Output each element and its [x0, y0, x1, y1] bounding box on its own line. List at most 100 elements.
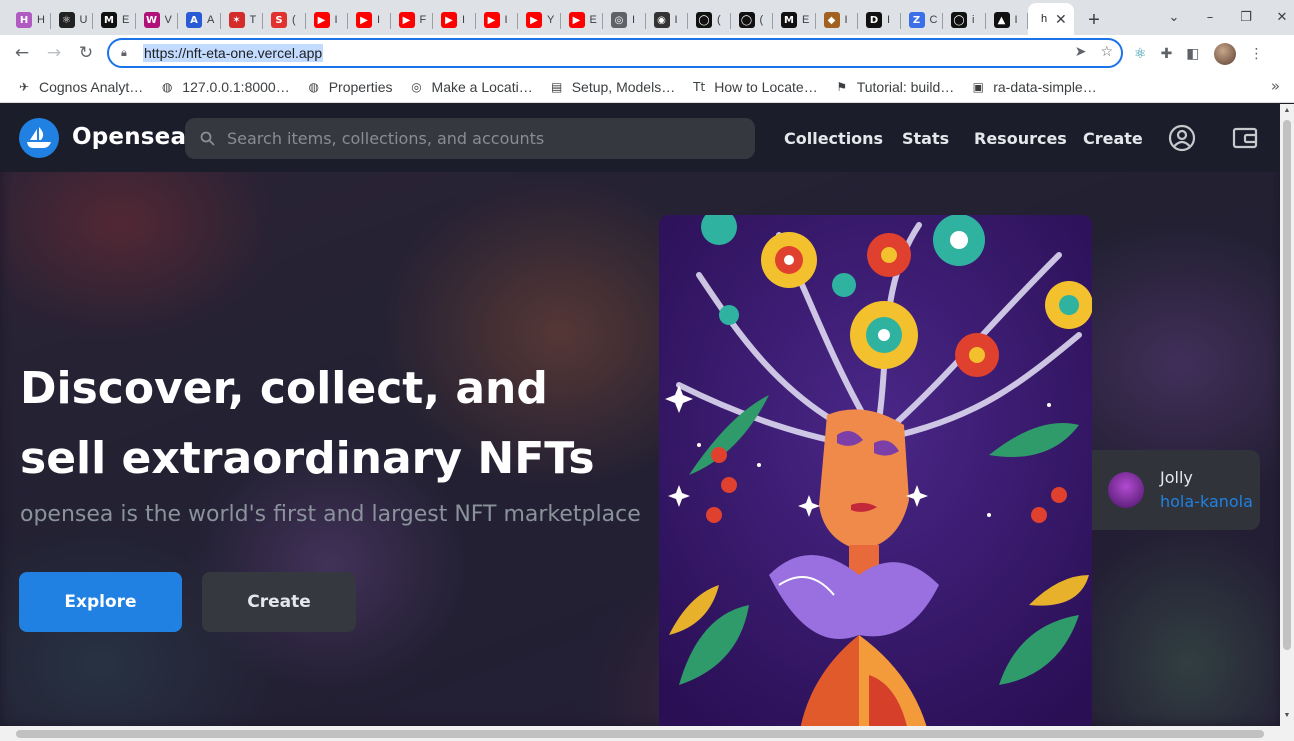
browser-tab[interactable]: ⚛ U [51, 5, 94, 35]
nav-stats[interactable]: Stats [902, 129, 949, 148]
browser-tab[interactable]: ZC [901, 5, 944, 35]
bookmark-item[interactable]: Tt How to Locate… [691, 79, 818, 95]
tab-title: H [37, 14, 45, 26]
tab-search-icon[interactable]: ⌄ [1156, 6, 1192, 28]
nft-creator-card[interactable]: Jolly hola-kanola [1092, 450, 1260, 530]
nav-resources[interactable]: Resources [974, 129, 1067, 148]
brand-name[interactable]: Opensea [72, 124, 186, 150]
opensea-logo-icon[interactable] [19, 118, 59, 158]
tab-title: I [462, 14, 466, 26]
restore-icon[interactable]: ❐ [1228, 6, 1264, 28]
create-button[interactable]: Create [202, 572, 356, 632]
diamond-icon: ◆ [823, 12, 840, 28]
bookmarks-bar: ✈ Cognos Analyt… ◍ 127.0.0.1:8000… ◍ Properti… [0, 71, 1294, 103]
browser-tab[interactable]: ◉ I [646, 5, 689, 35]
browser-tab[interactable]: ▶ F [391, 5, 434, 35]
tab-title: V [164, 14, 172, 26]
tab-title: E [802, 14, 810, 26]
creator-handle-link[interactable]: hola-kanola [1160, 492, 1253, 511]
active-tab[interactable]: h ✕ [1028, 3, 1074, 35]
minimize-icon[interactable]: – [1192, 6, 1228, 28]
browser-tab[interactable]: ◯( [731, 5, 774, 35]
browser-tab[interactable]: ▶ I [348, 5, 391, 35]
cognos-icon: ✈ [18, 79, 30, 94]
close-tab-icon[interactable]: ✕ [1055, 11, 1067, 28]
vertical-scroll-thumb[interactable] [1283, 120, 1291, 650]
featured-nft-artwork[interactable] [659, 215, 1092, 726]
url-text[interactable]: https://nft-eta-one.vercel.app [143, 44, 324, 62]
h-letter-icon: H [16, 12, 32, 28]
puzzle-extensions-icon[interactable]: ✚ [1161, 46, 1173, 62]
reload-icon[interactable]: ↻ [70, 37, 102, 69]
explore-button[interactable]: Explore [19, 572, 182, 632]
scroll-up-icon[interactable]: ▲ [1283, 107, 1291, 114]
browser-tab[interactable]: ◆ I [816, 5, 859, 35]
browser-tab[interactable]: WV [136, 5, 179, 35]
browser-tab[interactable]: ▶ E [561, 5, 604, 35]
horizontal-scroll-thumb[interactable] [16, 730, 1264, 738]
browser-tab[interactable]: ✶ T [221, 5, 264, 35]
back-icon[interactable]: ← [6, 37, 38, 69]
creator-avatar[interactable] [1108, 472, 1144, 508]
bookmark-item[interactable]: ▤ Setup, Models… [549, 79, 675, 95]
browser-tab[interactable]: ◎ I [603, 5, 646, 35]
browser-tab[interactable]: AA [178, 5, 221, 35]
nav-create[interactable]: Create [1083, 129, 1143, 148]
browser-tab[interactable]: ▶ I [306, 5, 349, 35]
scroll-down-icon[interactable]: ▼ [1283, 712, 1291, 719]
tt-icon: Tt [693, 79, 706, 94]
new-tab-button[interactable]: + [1074, 5, 1114, 35]
window-controls: ⌄ – ❐ ✕ [1156, 6, 1294, 28]
profile-avatar[interactable] [1213, 43, 1236, 65]
youtube-icon: ▶ [313, 12, 330, 28]
send-icon[interactable]: ➤ [1075, 44, 1087, 60]
vertical-scrollbar[interactable]: ▲ ▼ [1280, 104, 1294, 726]
browser-tab[interactable]: DI [858, 5, 901, 35]
browser-tab[interactable]: ◯ i [943, 5, 986, 35]
bookmark-item[interactable]: ◎ Make a Locati… [409, 78, 533, 95]
lock-icon[interactable]: 🔒︎ [121, 47, 135, 60]
browser-tab[interactable]: ▲ I [986, 5, 1029, 35]
forward-icon[interactable]: → [38, 37, 70, 69]
close-window-icon[interactable]: ✕ [1264, 6, 1294, 28]
browser-tab[interactable]: ▶ I [433, 5, 476, 35]
browser-tab[interactable]: ◯( [688, 5, 731, 35]
nav-collections[interactable]: Collections [784, 129, 883, 148]
browser-tab[interactable]: S( [263, 5, 306, 35]
browser-tab[interactable]: ▶ Y [518, 5, 561, 35]
more-bookmarks-icon[interactable]: » [1271, 77, 1280, 95]
z-icon: Z [908, 12, 925, 28]
search-input[interactable] [227, 129, 727, 148]
menu-kebab-icon[interactable]: ⋮ [1250, 46, 1264, 62]
horizontal-scrollbar[interactable] [0, 726, 1294, 741]
bookmark-label: Tutorial: build… [856, 78, 955, 95]
browser-tab[interactable]: ▶ I [476, 5, 519, 35]
compass-icon: ◎ [411, 79, 422, 94]
address-bar[interactable]: 🔒︎ https://nft-eta-one.vercel.app ➤ ☆ [107, 38, 1123, 68]
react-devtools-icon[interactable]: ⚛ [1134, 46, 1147, 62]
s-icon: S [271, 12, 287, 28]
browser-tab[interactable]: HH [8, 5, 51, 35]
account-icon[interactable] [1168, 124, 1196, 152]
search-bar[interactable] [185, 118, 755, 159]
bookmark-star-icon[interactable]: ☆ [1100, 44, 1113, 60]
bookmark-item[interactable]: ◍ Properties [306, 78, 393, 95]
browser-tab[interactable]: ME [93, 5, 136, 35]
bookmark-label: Make a Locati… [431, 78, 533, 95]
tab-title: T [249, 14, 257, 26]
android-icon: ◉ [653, 12, 670, 28]
bookmark-item[interactable]: ⚑ Tutorial: build… [834, 78, 955, 95]
browser-tab[interactable]: ME [773, 5, 816, 35]
tab-title: I [674, 14, 678, 26]
bookmark-label: Properties [328, 78, 393, 95]
bookmark-item[interactable]: ◍ 127.0.0.1:8000… [159, 79, 290, 95]
bookmark-item[interactable]: ✈ Cognos Analyt… [16, 79, 143, 95]
side-panel-icon[interactable]: ◧ [1186, 46, 1199, 62]
bookmark-item[interactable]: ▣ ra-data-simple… [970, 79, 1097, 95]
hero-subtitle: opensea is the world's first and largest… [20, 502, 641, 527]
globe-icon: ◎ [611, 12, 627, 28]
globe-icon: ◍ [308, 79, 319, 94]
medium-icon: M [101, 12, 117, 28]
tab-title: E [122, 14, 130, 26]
wallet-icon[interactable] [1231, 124, 1259, 152]
